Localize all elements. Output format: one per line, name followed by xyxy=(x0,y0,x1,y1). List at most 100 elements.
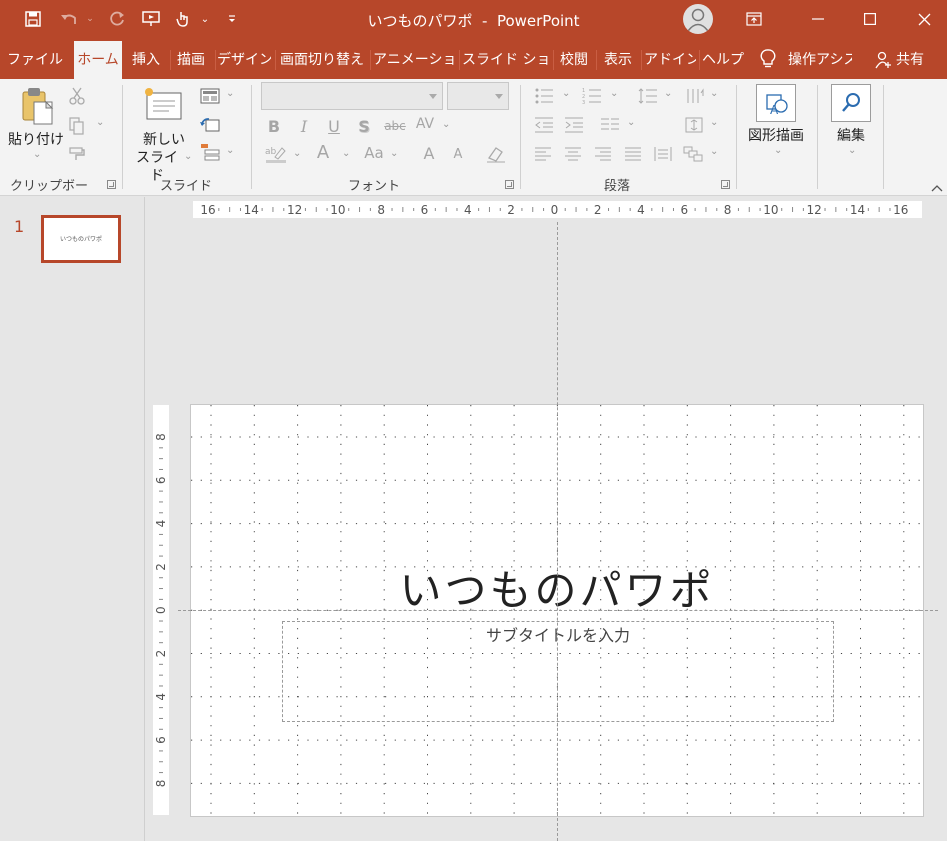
shapes-icon[interactable]: A xyxy=(756,84,796,122)
maximize-button[interactable] xyxy=(847,0,893,38)
undo-icon[interactable] xyxy=(56,0,82,38)
format-painter-icon[interactable] xyxy=(66,143,88,165)
new-slide-dropdown-icon[interactable]: ⌄ xyxy=(184,151,192,162)
smartart-dropdown-icon[interactable]: ⌄ xyxy=(710,146,718,157)
increase-indent-icon[interactable] xyxy=(562,114,586,136)
font-color-button[interactable]: A xyxy=(313,141,333,163)
change-case-dropdown-icon[interactable]: ⌄ xyxy=(390,148,398,159)
slide-thumbnail[interactable]: いつものパワポ xyxy=(41,215,121,263)
horizontal-guide[interactable] xyxy=(178,610,938,611)
numbering-icon[interactable]: 123 xyxy=(580,85,604,107)
touch-dropdown-icon[interactable]: ⌄ xyxy=(198,0,212,38)
columns-icon[interactable] xyxy=(598,114,622,136)
align-text-dropdown-icon[interactable]: ⌄ xyxy=(710,117,718,128)
font-launcher-icon[interactable] xyxy=(505,180,514,189)
align-right-icon[interactable] xyxy=(592,143,614,165)
change-case-button[interactable]: Aa xyxy=(362,143,386,163)
character-spacing-button[interactable]: AV xyxy=(414,114,436,134)
paste-icon[interactable] xyxy=(18,85,58,129)
lightbulb-icon[interactable] xyxy=(758,48,778,70)
italic-button[interactable]: I xyxy=(295,116,313,136)
find-icon[interactable] xyxy=(831,84,871,122)
layout-dropdown-icon[interactable]: ⌄ xyxy=(226,88,234,99)
section-icon[interactable] xyxy=(198,141,222,163)
tab-design[interactable]: デザイン xyxy=(217,41,271,79)
distributed-icon[interactable] xyxy=(652,143,674,165)
line-spacing-icon[interactable] xyxy=(636,85,660,107)
customize-quick-access-icon[interactable] xyxy=(224,0,240,38)
align-center-icon[interactable] xyxy=(562,143,584,165)
touch-mode-icon[interactable] xyxy=(170,0,196,38)
redo-icon[interactable] xyxy=(104,0,130,38)
decrease-font-size-button[interactable]: A xyxy=(449,145,467,163)
clipboard-launcher-icon[interactable] xyxy=(107,180,116,189)
vertical-guide[interactable] xyxy=(557,222,558,841)
paragraph-launcher-icon[interactable] xyxy=(721,180,730,189)
smartart-icon[interactable] xyxy=(682,143,704,165)
paste-dropdown-icon[interactable]: ⌄ xyxy=(33,149,41,160)
layout-icon[interactable] xyxy=(198,85,222,107)
clear-formatting-icon[interactable] xyxy=(484,143,508,165)
tab-addins[interactable]: アドイン xyxy=(644,41,696,79)
shapes-label[interactable]: 図形描画 xyxy=(742,127,810,145)
paste-label[interactable]: 貼り付け xyxy=(6,131,66,149)
align-left-icon[interactable] xyxy=(532,143,554,165)
ribbon-display-options-icon[interactable] xyxy=(731,0,777,38)
increase-font-size-button[interactable]: A xyxy=(419,143,439,163)
text-direction-icon[interactable] xyxy=(682,85,706,107)
tab-home[interactable]: ホーム xyxy=(74,41,122,79)
tab-file[interactable]: ファイル xyxy=(4,41,66,79)
decrease-indent-icon[interactable] xyxy=(532,114,556,136)
close-button[interactable] xyxy=(901,0,947,38)
tab-insert[interactable]: 挿入 xyxy=(127,41,165,79)
copy-dropdown-icon[interactable]: ⌄ xyxy=(96,117,104,128)
start-from-beginning-icon[interactable] xyxy=(138,0,164,38)
character-spacing-dropdown-icon[interactable]: ⌄ xyxy=(442,119,450,130)
underline-button[interactable]: U xyxy=(325,116,343,136)
copy-icon[interactable] xyxy=(66,115,88,137)
tab-draw[interactable]: 描画 xyxy=(172,41,210,79)
highlight-icon[interactable]: ab xyxy=(264,143,288,165)
shapes-dropdown-icon[interactable]: ⌄ xyxy=(774,145,782,156)
justify-icon[interactable] xyxy=(622,143,644,165)
tab-separator xyxy=(459,50,460,70)
tab-slideshow[interactable]: スライド ショー xyxy=(462,41,550,79)
horizontal-ruler[interactable]: 16 14 12 10 8 6 4 2 0 2 4 6 8 10 12 14 16 xyxy=(193,201,922,218)
font-name-dropdown[interactable] xyxy=(261,82,443,110)
bullets-dropdown-icon[interactable]: ⌄ xyxy=(562,88,570,99)
columns-dropdown-icon[interactable]: ⌄ xyxy=(627,117,635,128)
tab-help[interactable]: ヘルプ xyxy=(702,41,744,79)
tell-me-search[interactable]: 操作アシス xyxy=(788,41,852,79)
tab-transitions[interactable]: 画面切り替え xyxy=(278,41,366,79)
line-spacing-dropdown-icon[interactable]: ⌄ xyxy=(664,88,672,99)
subtitle-placeholder[interactable]: サブタイトルを入力 xyxy=(282,621,834,722)
share-button[interactable]: 共有 xyxy=(896,41,930,79)
strikethrough-button[interactable]: abc xyxy=(383,116,407,136)
new-slide-label-line1[interactable]: 新しい xyxy=(132,131,196,149)
tab-view[interactable]: 表示 xyxy=(599,41,637,79)
tab-animations[interactable]: アニメーション xyxy=(373,41,455,79)
font-size-dropdown[interactable] xyxy=(447,82,509,110)
reset-slide-icon[interactable] xyxy=(198,113,222,135)
align-text-icon[interactable] xyxy=(682,114,706,136)
share-person-icon[interactable] xyxy=(874,50,894,70)
undo-dropdown-icon[interactable]: ⌄ xyxy=(84,0,96,38)
editing-label[interactable]: 編集 xyxy=(826,127,876,145)
tab-review[interactable]: 校閲 xyxy=(556,41,592,79)
editing-dropdown-icon[interactable]: ⌄ xyxy=(848,145,856,156)
minimize-button[interactable] xyxy=(795,0,841,38)
numbering-dropdown-icon[interactable]: ⌄ xyxy=(610,88,618,99)
section-dropdown-icon[interactable]: ⌄ xyxy=(226,145,234,156)
text-direction-dropdown-icon[interactable]: ⌄ xyxy=(710,88,718,99)
cut-icon[interactable] xyxy=(66,85,88,107)
save-icon[interactable] xyxy=(20,0,46,38)
bold-button[interactable]: B xyxy=(265,116,283,136)
text-shadow-button[interactable]: S xyxy=(355,116,373,136)
highlight-dropdown-icon[interactable]: ⌄ xyxy=(293,148,301,159)
collapse-ribbon-icon[interactable] xyxy=(931,179,943,192)
font-color-dropdown-icon[interactable]: ⌄ xyxy=(342,148,350,159)
vertical-ruler[interactable]: 8 6 4 2 0 2 4 6 8 xyxy=(153,405,169,815)
account-avatar-icon[interactable] xyxy=(683,4,713,34)
new-slide-icon[interactable] xyxy=(142,85,184,125)
bullets-icon[interactable] xyxy=(532,85,556,107)
